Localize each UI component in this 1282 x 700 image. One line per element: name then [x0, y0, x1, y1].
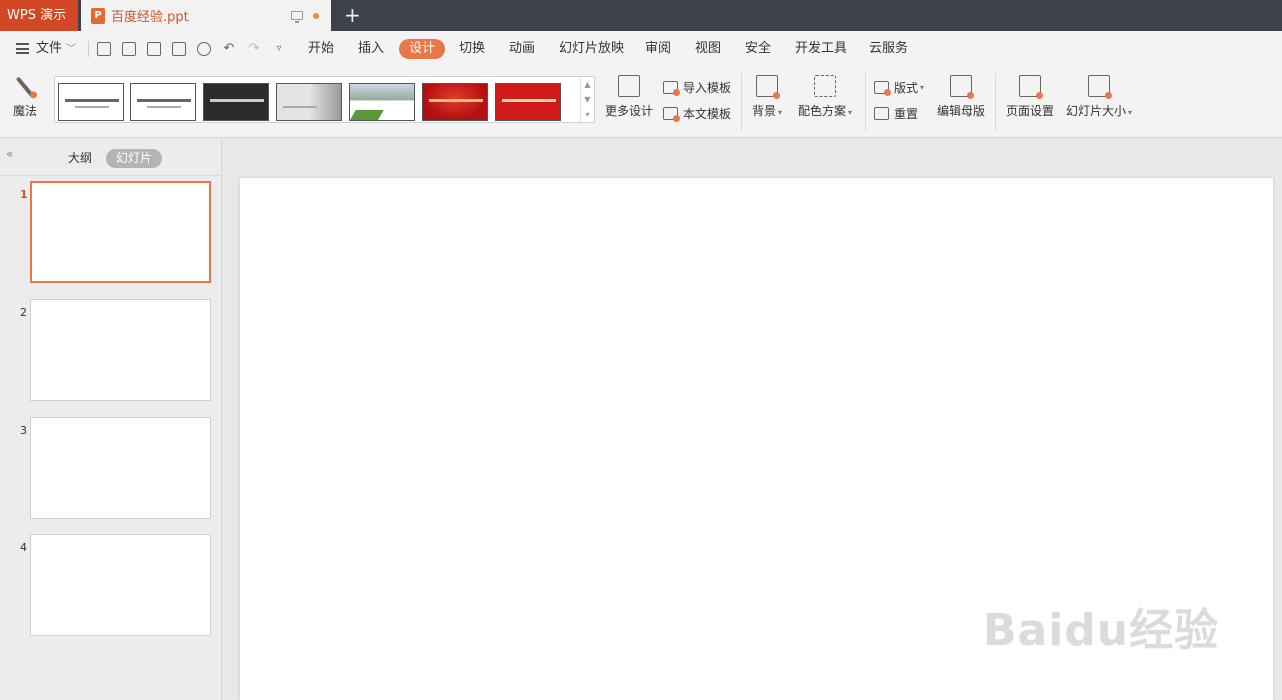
slide-thumbnail[interactable]: [30, 534, 211, 636]
slide-number: 3: [20, 424, 27, 437]
divider: [88, 41, 89, 57]
menu-bar: 文件 ﹀ ↶ ↷ ▿ 开始 插入 设计 切换 动画 幻灯片放映 审阅 视图 安全…: [0, 31, 1282, 67]
template-thumb[interactable]: [495, 83, 561, 121]
magic-label: 魔法: [12, 104, 37, 118]
layout-button[interactable]: 版式 ▾: [874, 77, 924, 97]
magic-wand-icon: [15, 76, 35, 98]
divider: [995, 73, 996, 131]
divider: [0, 175, 222, 176]
edit-master-button[interactable]: 编辑母版: [936, 75, 986, 119]
tab-design[interactable]: 设计: [399, 39, 446, 59]
chevron-down-icon: ﹀: [66, 44, 77, 55]
collapse-panel-icon[interactable]: «: [6, 147, 13, 161]
slide-number: 1: [20, 188, 28, 201]
scroll-up-icon[interactable]: ▲: [581, 77, 594, 92]
template-thumb[interactable]: [130, 83, 196, 121]
title-bar: WPS 演示 P 百度经验.ppt +: [0, 0, 1282, 31]
divider: [865, 73, 866, 131]
slide-size-button[interactable]: 幻灯片大小 ▾: [1064, 75, 1134, 119]
slide-panel: « 大纲 幻灯片 1 2 3 4: [0, 139, 222, 700]
tab-transition[interactable]: 切换: [459, 31, 485, 67]
more-design-button[interactable]: 更多设计: [604, 75, 654, 119]
magic-button[interactable]: 魔法: [11, 75, 39, 119]
customize-toolbar-icon[interactable]: ▿: [272, 42, 286, 56]
document-name: 百度经验.ppt: [111, 10, 189, 25]
page-setup-label: 页面设置: [1005, 104, 1054, 118]
print-preview-icon[interactable]: [197, 42, 211, 56]
undo-icon[interactable]: ↶: [222, 42, 236, 56]
background-button[interactable]: 背景 ▾: [750, 75, 784, 119]
color-scheme-icon: [814, 75, 836, 97]
more-design-label: 更多设计: [604, 104, 653, 118]
layout-label: 版式: [894, 80, 919, 95]
this-template-button[interactable]: 本文模板: [663, 103, 731, 123]
tab-security[interactable]: 安全: [745, 31, 771, 67]
tab-insert[interactable]: 插入: [358, 31, 384, 67]
ribbon-design: 魔法 ▲ ▼ ▾ 更多设计 导入模板 本文模板 背景▾ 配色方案▾ 版式▾: [0, 67, 1282, 138]
template-thumb[interactable]: [203, 83, 269, 121]
tab-outline[interactable]: 大纲: [58, 149, 102, 168]
edit-master-icon: [950, 75, 974, 99]
slide-thumbnail[interactable]: [30, 181, 211, 283]
file-menu-label: 文件: [36, 41, 63, 56]
color-scheme-label: 配色方案: [797, 104, 846, 118]
background-label: 背景: [751, 104, 776, 118]
slide-size-label: 幻灯片大小: [1065, 104, 1126, 118]
slide-size-icon: [1088, 75, 1112, 99]
slide-number: 2: [20, 306, 27, 319]
watermark: Baidu经验: [983, 605, 1220, 656]
reset-icon: [874, 106, 889, 120]
tab-start[interactable]: 开始: [308, 31, 334, 67]
page-setup-button[interactable]: 页面设置: [1005, 75, 1055, 119]
unsaved-dot-icon: [313, 12, 319, 19]
ppt-file-icon: P: [91, 7, 105, 24]
new-tab-button[interactable]: +: [344, 4, 361, 26]
tab-review[interactable]: 审阅: [645, 31, 671, 67]
document-tab[interactable]: P 百度经验.ppt: [81, 0, 331, 31]
tab-animation[interactable]: 动画: [509, 31, 535, 67]
gallery-scroll[interactable]: ▲ ▼ ▾: [580, 77, 594, 122]
save-icon[interactable]: [122, 42, 136, 56]
slide-number: 4: [20, 541, 27, 554]
reset-label: 重置: [894, 106, 919, 121]
scroll-down-icon[interactable]: ▼: [581, 92, 594, 107]
import-template-icon: [663, 80, 680, 96]
tab-developer[interactable]: 开发工具: [795, 31, 847, 67]
edit-master-label: 编辑母版: [936, 104, 985, 118]
slide-thumbnail[interactable]: [30, 299, 211, 401]
tab-cloud[interactable]: 云服务: [869, 31, 908, 67]
file-menu[interactable]: 文件 ﹀: [36, 31, 76, 67]
this-template-icon: [663, 106, 680, 122]
slide-thumbnail[interactable]: [30, 417, 211, 519]
tab-view[interactable]: 视图: [695, 31, 721, 67]
background-icon: [756, 75, 780, 99]
divider: [741, 73, 742, 131]
this-template-label: 本文模板: [683, 106, 732, 121]
template-thumb[interactable]: [422, 83, 488, 121]
open-icon[interactable]: [97, 42, 111, 56]
import-template-label: 导入模板: [683, 80, 732, 95]
import-template-button[interactable]: 导入模板: [663, 77, 731, 97]
design-template-gallery: ▲ ▼ ▾: [54, 76, 595, 123]
editing-area: Baidu经验: [223, 139, 1282, 700]
layout-icon: [874, 80, 891, 96]
redo-icon[interactable]: ↷: [247, 42, 261, 56]
template-thumb[interactable]: [58, 83, 124, 121]
more-design-icon: [618, 75, 640, 97]
template-thumb[interactable]: [276, 83, 342, 121]
monitor-icon[interactable]: [291, 11, 303, 23]
color-scheme-button[interactable]: 配色方案 ▾: [796, 75, 854, 119]
app-tab[interactable]: WPS 演示: [0, 0, 78, 31]
template-thumb[interactable]: [349, 83, 415, 121]
page-setup-icon: [1019, 75, 1043, 99]
hamburger-icon[interactable]: [16, 43, 29, 54]
reset-button[interactable]: 重置: [874, 103, 918, 123]
tab-slides[interactable]: 幻灯片: [106, 149, 163, 168]
export-pdf-icon[interactable]: [147, 42, 161, 56]
tab-slideshow[interactable]: 幻灯片放映: [559, 31, 624, 67]
print-icon[interactable]: [172, 42, 186, 56]
expand-gallery-icon[interactable]: ▾: [581, 107, 594, 122]
